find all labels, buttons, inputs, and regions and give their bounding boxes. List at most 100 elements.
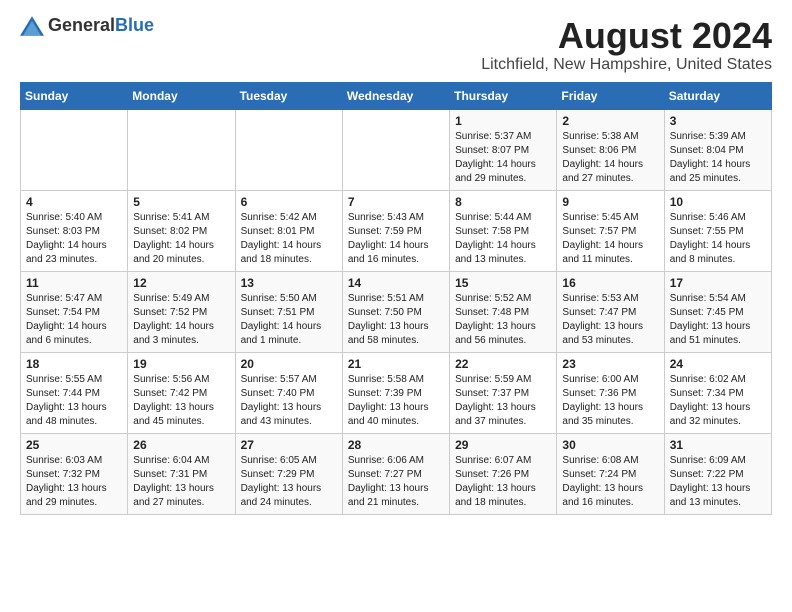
calendar-cell: 18Sunrise: 5:55 AM Sunset: 7:44 PM Dayli… [21,352,128,433]
day-number: 14 [348,276,444,290]
day-number: 23 [562,357,658,371]
calendar-cell: 24Sunrise: 6:02 AM Sunset: 7:34 PM Dayli… [664,352,771,433]
day-info: Sunrise: 6:06 AM Sunset: 7:27 PM Dayligh… [348,454,444,510]
page-header: GeneralBlue August 2024 Litchfield, New … [20,16,772,74]
calendar-cell: 19 Sunrise: 5:56 AM Sunset: 7:42 PM Dayli… [128,352,235,433]
day-info: Sunrise: 5:56 AM Sunset: 7:42 PM Dayligh… [133,373,229,429]
day-number: 21 [348,357,444,371]
header-day-tuesday: Tuesday [235,82,342,109]
logo-icon [20,16,44,36]
calendar-cell: 13 Sunrise: 5:50 AM Sunset: 7:51 PM Dayli… [235,271,342,352]
day-info: Sunrise: 5:38 AM Sunset: 8:06 PM Dayligh… [562,130,658,186]
calendar-cell: 11 Sunrise: 5:47 AM Sunset: 7:54 PM Dayli… [21,271,128,352]
calendar-cell [128,109,235,190]
day-info: Sunrise: 5:45 AM Sunset: 7:57 PM Dayligh… [562,211,658,267]
calendar-cell: 31Sunrise: 6:09 AM Sunset: 7:22 PM Dayli… [664,433,771,514]
day-number: 22 [455,357,551,371]
day-number: 8 [455,195,551,209]
calendar-cell: 29Sunrise: 6:07 AM Sunset: 7:26 PM Dayli… [450,433,557,514]
calendar-table: SundayMondayTuesdayWednesdayThursdayFrid… [20,82,772,515]
day-info: Sunrise: 5:42 AM Sunset: 8:01 PM Dayligh… [241,211,337,267]
calendar-cell: 4 Sunrise: 5:40 AM Sunset: 8:03 PM Daylig… [21,190,128,271]
logo-text-blue: Blue [115,15,154,35]
calendar-header: SundayMondayTuesdayWednesdayThursdayFrid… [21,82,772,109]
calendar-cell: 6 Sunrise: 5:42 AM Sunset: 8:01 PM Daylig… [235,190,342,271]
day-number: 15 [455,276,551,290]
calendar-cell: 22Sunrise: 5:59 AM Sunset: 7:37 PM Dayli… [450,352,557,433]
calendar-cell: 8 Sunrise: 5:44 AM Sunset: 7:58 PM Daylig… [450,190,557,271]
calendar-cell: 23 Sunrise: 6:00 AM Sunset: 7:36 PM Dayli… [557,352,664,433]
day-info: Sunrise: 5:50 AM Sunset: 7:51 PM Dayligh… [241,292,337,348]
day-info: Sunrise: 6:04 AM Sunset: 7:31 PM Dayligh… [133,454,229,510]
calendar-cell: 17 Sunrise: 5:54 AM Sunset: 7:45 PM Dayli… [664,271,771,352]
day-number: 13 [241,276,337,290]
day-info: Sunrise: 6:09 AM Sunset: 7:22 PM Dayligh… [670,454,766,510]
day-number: 12 [133,276,229,290]
day-info: Sunrise: 6:05 AM Sunset: 7:29 PM Dayligh… [241,454,337,510]
calendar-cell: 25Sunrise: 6:03 AM Sunset: 7:32 PM Dayli… [21,433,128,514]
calendar-cell: 7 Sunrise: 5:43 AM Sunset: 7:59 PM Daylig… [342,190,449,271]
day-number: 6 [241,195,337,209]
week-row-4: 18Sunrise: 5:55 AM Sunset: 7:44 PM Dayli… [21,352,772,433]
header-day-saturday: Saturday [664,82,771,109]
day-info: Sunrise: 5:53 AM Sunset: 7:47 PM Dayligh… [562,292,658,348]
day-info: Sunrise: 5:39 AM Sunset: 8:04 PM Dayligh… [670,130,766,186]
calendar-cell: 14 Sunrise: 5:51 AM Sunset: 7:50 PM Dayli… [342,271,449,352]
day-info: Sunrise: 5:43 AM Sunset: 7:59 PM Dayligh… [348,211,444,267]
week-row-3: 11 Sunrise: 5:47 AM Sunset: 7:54 PM Dayli… [21,271,772,352]
day-number: 30 [562,438,658,452]
day-number: 27 [241,438,337,452]
day-number: 9 [562,195,658,209]
day-number: 20 [241,357,337,371]
calendar-cell: 21 Sunrise: 5:58 AM Sunset: 7:39 PM Dayli… [342,352,449,433]
header-row: SundayMondayTuesdayWednesdayThursdayFrid… [21,82,772,109]
header-day-thursday: Thursday [450,82,557,109]
day-number: 17 [670,276,766,290]
logo-text-general: General [48,15,115,35]
week-row-2: 4 Sunrise: 5:40 AM Sunset: 8:03 PM Daylig… [21,190,772,271]
calendar-cell: 28 Sunrise: 6:06 AM Sunset: 7:27 PM Dayli… [342,433,449,514]
day-number: 29 [455,438,551,452]
logo: GeneralBlue [20,16,154,36]
day-number: 10 [670,195,766,209]
day-info: Sunrise: 5:41 AM Sunset: 8:02 PM Dayligh… [133,211,229,267]
day-number: 24 [670,357,766,371]
day-number: 5 [133,195,229,209]
day-number: 28 [348,438,444,452]
day-info: Sunrise: 5:40 AM Sunset: 8:03 PM Dayligh… [26,211,122,267]
calendar-cell: 12 Sunrise: 5:49 AM Sunset: 7:52 PM Dayli… [128,271,235,352]
header-day-wednesday: Wednesday [342,82,449,109]
calendar-cell: 3Sunrise: 5:39 AM Sunset: 8:04 PM Daylig… [664,109,771,190]
day-info: Sunrise: 5:52 AM Sunset: 7:48 PM Dayligh… [455,292,551,348]
calendar-subtitle: Litchfield, New Hampshire, United States [481,56,772,74]
calendar-cell: 1 Sunrise: 5:37 AM Sunset: 8:07 PM Daylig… [450,109,557,190]
calendar-title: August 2024 [481,16,772,56]
day-number: 4 [26,195,122,209]
day-info: Sunrise: 5:57 AM Sunset: 7:40 PM Dayligh… [241,373,337,429]
day-number: 26 [133,438,229,452]
calendar-cell: 2 Sunrise: 5:38 AM Sunset: 8:06 PM Daylig… [557,109,664,190]
day-number: 1 [455,114,551,128]
day-number: 7 [348,195,444,209]
day-info: Sunrise: 5:49 AM Sunset: 7:52 PM Dayligh… [133,292,229,348]
day-info: Sunrise: 5:47 AM Sunset: 7:54 PM Dayligh… [26,292,122,348]
header-day-sunday: Sunday [21,82,128,109]
calendar-cell: 10Sunrise: 5:46 AM Sunset: 7:55 PM Dayli… [664,190,771,271]
day-info: Sunrise: 5:44 AM Sunset: 7:58 PM Dayligh… [455,211,551,267]
day-number: 11 [26,276,122,290]
day-number: 2 [562,114,658,128]
day-info: Sunrise: 5:54 AM Sunset: 7:45 PM Dayligh… [670,292,766,348]
week-row-1: 1 Sunrise: 5:37 AM Sunset: 8:07 PM Daylig… [21,109,772,190]
day-info: Sunrise: 6:03 AM Sunset: 7:32 PM Dayligh… [26,454,122,510]
day-info: Sunrise: 5:51 AM Sunset: 7:50 PM Dayligh… [348,292,444,348]
day-info: Sunrise: 6:00 AM Sunset: 7:36 PM Dayligh… [562,373,658,429]
day-number: 16 [562,276,658,290]
calendar-cell: 16 Sunrise: 5:53 AM Sunset: 7:47 PM Dayli… [557,271,664,352]
calendar-body: 1 Sunrise: 5:37 AM Sunset: 8:07 PM Daylig… [21,109,772,514]
calendar-cell: 30Sunrise: 6:08 AM Sunset: 7:24 PM Dayli… [557,433,664,514]
day-info: Sunrise: 5:58 AM Sunset: 7:39 PM Dayligh… [348,373,444,429]
calendar-cell: 26 Sunrise: 6:04 AM Sunset: 7:31 PM Dayli… [128,433,235,514]
day-info: Sunrise: 5:37 AM Sunset: 8:07 PM Dayligh… [455,130,551,186]
calendar-cell: 27 Sunrise: 6:05 AM Sunset: 7:29 PM Dayli… [235,433,342,514]
day-number: 19 [133,357,229,371]
